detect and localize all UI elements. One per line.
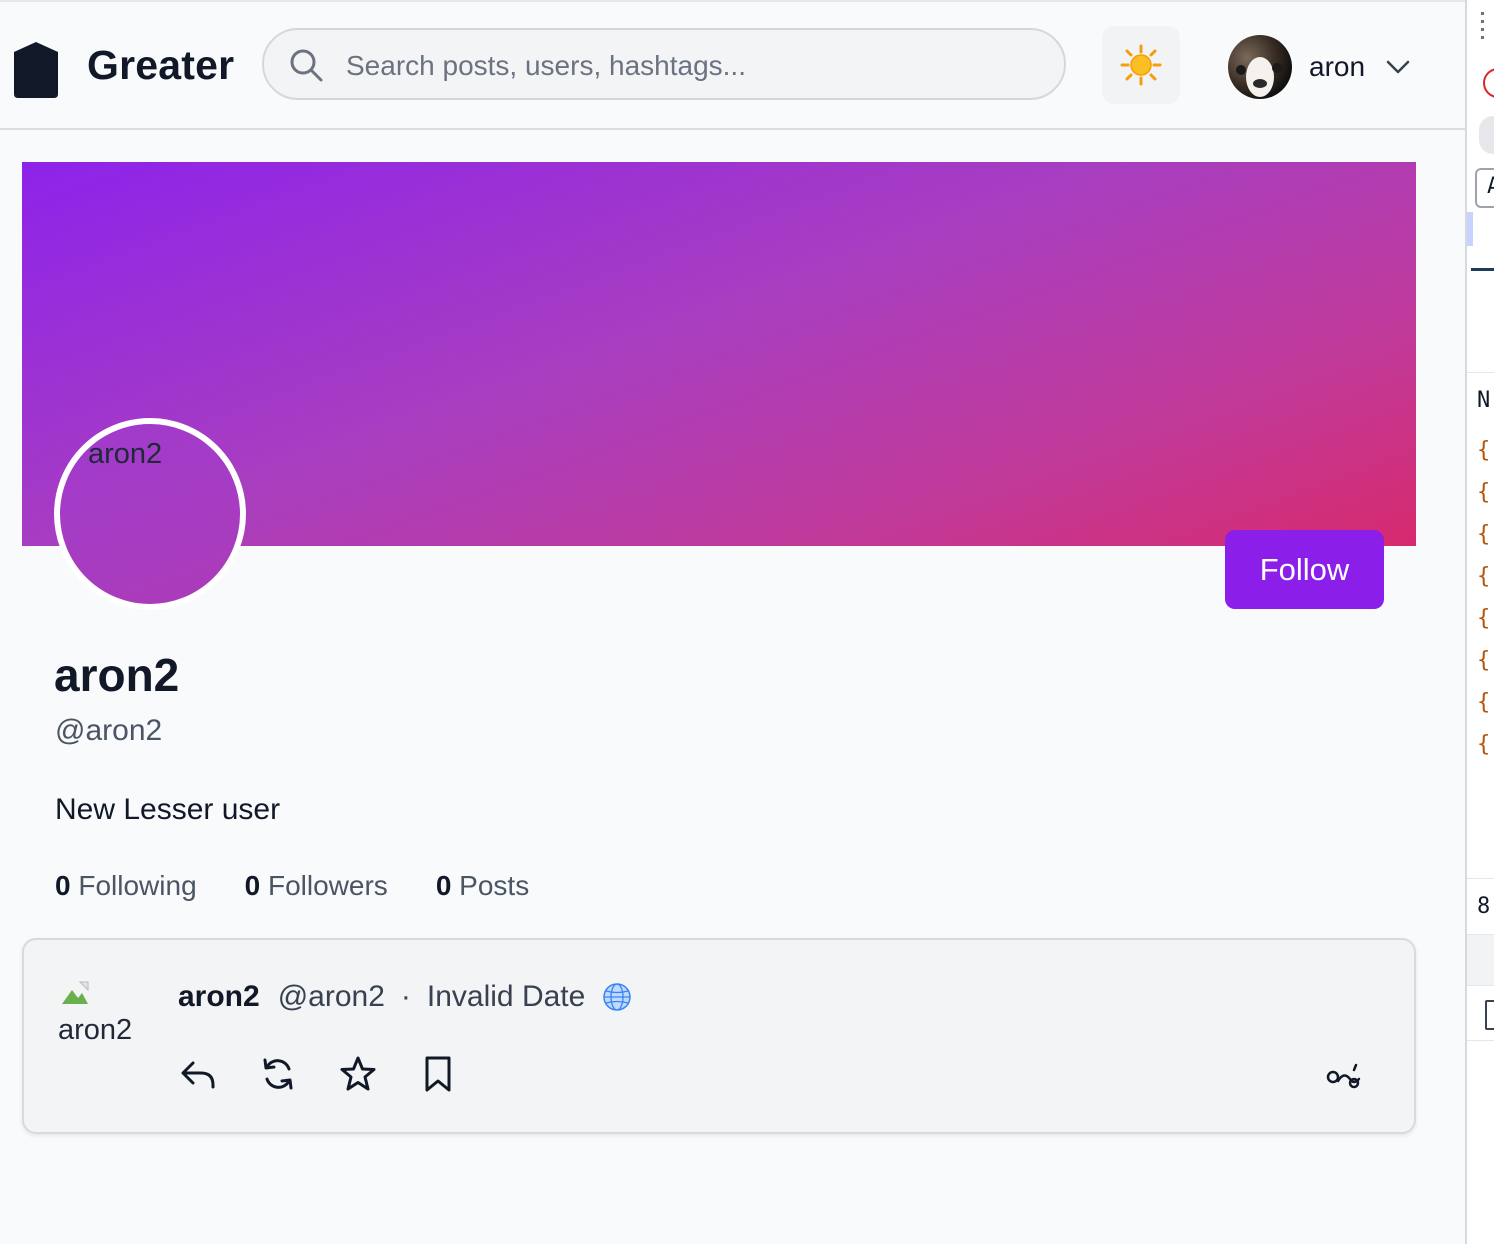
post-actions — [178, 1054, 498, 1094]
more-icon[interactable] — [1324, 1057, 1364, 1093]
post-meta: aron2 @aron2 · Invalid Date — [178, 980, 633, 1014]
error-icon[interactable] — [1483, 68, 1494, 98]
favorite-icon — [340, 1056, 376, 1091]
post-card[interactable]: aron2 aron2 @aron2 · Invalid Date — [22, 938, 1416, 1134]
favorite-button[interactable] — [338, 1054, 378, 1094]
devtools-input[interactable]: A — [1475, 168, 1494, 208]
devtools-pill[interactable] — [1479, 116, 1494, 154]
profile-handle: @aron2 — [55, 714, 163, 747]
devtools-tab-underline — [1471, 268, 1494, 271]
drag-handle-icon[interactable] — [1481, 12, 1493, 40]
follow-button[interactable]: Follow — [1225, 530, 1384, 609]
followers-stat[interactable]: 0 Followers — [245, 870, 388, 902]
following-stat[interactable]: 0 Following — [55, 870, 197, 902]
profile-avatar[interactable]: aron2 — [54, 418, 246, 610]
avatar[interactable] — [1228, 35, 1292, 99]
devtools-entry-icon[interactable]: { — [1477, 480, 1490, 505]
chevron-down-icon[interactable] — [1385, 54, 1411, 80]
devtools-entry-icon[interactable]: { — [1477, 606, 1490, 631]
profile-bio: New Lesser user — [55, 793, 281, 826]
top-navbar: Greater aron — [0, 2, 1465, 130]
bookmark-icon — [425, 1056, 451, 1092]
bookmark-button[interactable] — [418, 1054, 458, 1094]
boost-button[interactable] — [258, 1054, 298, 1094]
post-date[interactable]: Invalid Date — [427, 980, 585, 1014]
devtools-letter: N — [1477, 388, 1491, 413]
reply-icon — [181, 1061, 215, 1089]
devtools-entry-icon[interactable]: { — [1477, 564, 1490, 589]
broken-image-icon — [62, 981, 89, 1004]
devtools-panel: A N { { { { { { { { 8 — [1465, 0, 1494, 1244]
devtools-divider — [1467, 372, 1494, 373]
search-bar[interactable] — [262, 28, 1066, 100]
devtools-entry-icon[interactable]: { — [1477, 648, 1490, 673]
search-icon — [290, 49, 323, 82]
brand-name[interactable]: Greater — [87, 42, 234, 89]
devtools-entry-icon[interactable]: { — [1477, 438, 1490, 463]
device-icon[interactable] — [1485, 1000, 1494, 1030]
devtools-letter: 8 — [1477, 894, 1491, 919]
logo-icon[interactable] — [10, 38, 62, 100]
post-avatar-alt-text: aron2 — [58, 1014, 133, 1046]
posts-stat[interactable]: 0 Posts — [436, 870, 529, 902]
devtools-entry-icon[interactable]: { — [1477, 690, 1490, 715]
avatar-alt-text: aron2 — [88, 438, 163, 470]
profile-display-name: aron2 — [54, 649, 180, 701]
user-menu[interactable]: aron — [1228, 34, 1411, 100]
meta-separator: · — [400, 980, 411, 1013]
search-input[interactable] — [344, 44, 1048, 88]
boost-icon — [263, 1058, 293, 1090]
devtools-divider — [1467, 1040, 1494, 1041]
profile-stats: 0 Following 0 Followers 0 Posts — [55, 870, 577, 902]
devtools-entry-icon[interactable]: { — [1477, 732, 1490, 757]
reply-button[interactable] — [178, 1054, 218, 1094]
post-avatar[interactable]: aron2 — [58, 980, 148, 1060]
sun-icon — [1120, 44, 1162, 86]
theme-toggle-button[interactable] — [1102, 26, 1180, 104]
devtools-entry-icon[interactable]: { — [1477, 522, 1490, 547]
globe-icon — [603, 983, 632, 1011]
devtools-divider — [1467, 878, 1494, 879]
devtools-marker — [1467, 212, 1473, 246]
post-author-name[interactable]: aron2 — [178, 980, 260, 1014]
devtools-toolbar — [1467, 934, 1494, 986]
post-author-handle[interactable]: @aron2 — [278, 980, 385, 1014]
user-name: aron — [1309, 51, 1366, 82]
